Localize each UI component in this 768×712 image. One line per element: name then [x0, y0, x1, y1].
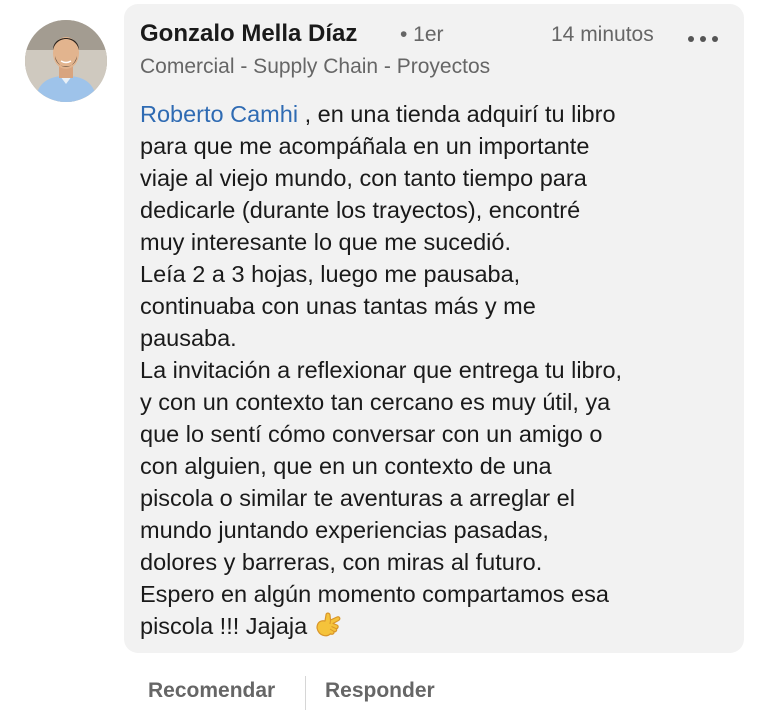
connection-degree: • 1er	[400, 23, 444, 46]
comment-line: muy interesante lo que me sucedió.	[140, 229, 511, 255]
comment-line: mundo juntando experiencias pasadas,	[140, 517, 549, 543]
comment-line: para que me acompáñala en un importante	[140, 133, 590, 159]
comment-line: que lo sentí cómo conversar con un amigo…	[140, 421, 603, 447]
action-divider	[305, 676, 306, 710]
comment-line: dedicarle (durante los trayectos), encon…	[140, 197, 581, 223]
comment-line: Roberto Camhi , en una tienda adquirí tu…	[140, 98, 730, 130]
reply-button[interactable]: Responder	[325, 679, 435, 703]
profile-photo-icon	[25, 20, 107, 102]
comment-line: con alguien, que en un contexto de una	[140, 453, 552, 479]
comment-line: Espero en algún momento compartamos esa	[140, 581, 609, 607]
recommend-button[interactable]: Recomendar	[148, 679, 275, 703]
author-name[interactable]: Gonzalo Mella Díaz	[140, 20, 357, 48]
comment-line: piscola o similar te aventuras a arregla…	[140, 485, 575, 511]
comment-line-text: piscola !!! Jajaja	[140, 613, 308, 639]
comment-line: dolores y barreras, con miras al futuro.	[140, 549, 543, 575]
comment-text: Roberto Camhi , en una tienda adquirí tu…	[140, 98, 730, 642]
mention-link[interactable]: Roberto Camhi	[140, 101, 298, 127]
comment-line: La invitación a reflexionar que entrega …	[140, 357, 623, 383]
comment-line: continuaba con unas tantas más y me	[140, 293, 536, 319]
call-me-hand-emoji-icon	[313, 611, 343, 647]
comment-line: y con un contexto tan cercano es muy úti…	[140, 389, 611, 415]
comment-line-text: , en una tienda adquirí tu libro	[298, 101, 616, 127]
comment-thread: Gonzalo Mella Díaz • 1er 14 minutos Come…	[0, 0, 768, 712]
comment-timestamp: 14 minutos	[551, 23, 654, 46]
comment-line: viaje al viejo mundo, con tanto tiempo p…	[140, 165, 587, 191]
comment-line: pausaba.	[140, 325, 237, 351]
more-horizontal-icon[interactable]	[688, 36, 718, 44]
author-headline: Comercial - Supply Chain - Proyectos	[140, 55, 491, 78]
avatar[interactable]	[25, 20, 107, 102]
comment-line: piscola !!! Jajaja	[140, 610, 730, 642]
comment-line: Leía 2 a 3 hojas, luego me pausaba,	[140, 261, 521, 287]
